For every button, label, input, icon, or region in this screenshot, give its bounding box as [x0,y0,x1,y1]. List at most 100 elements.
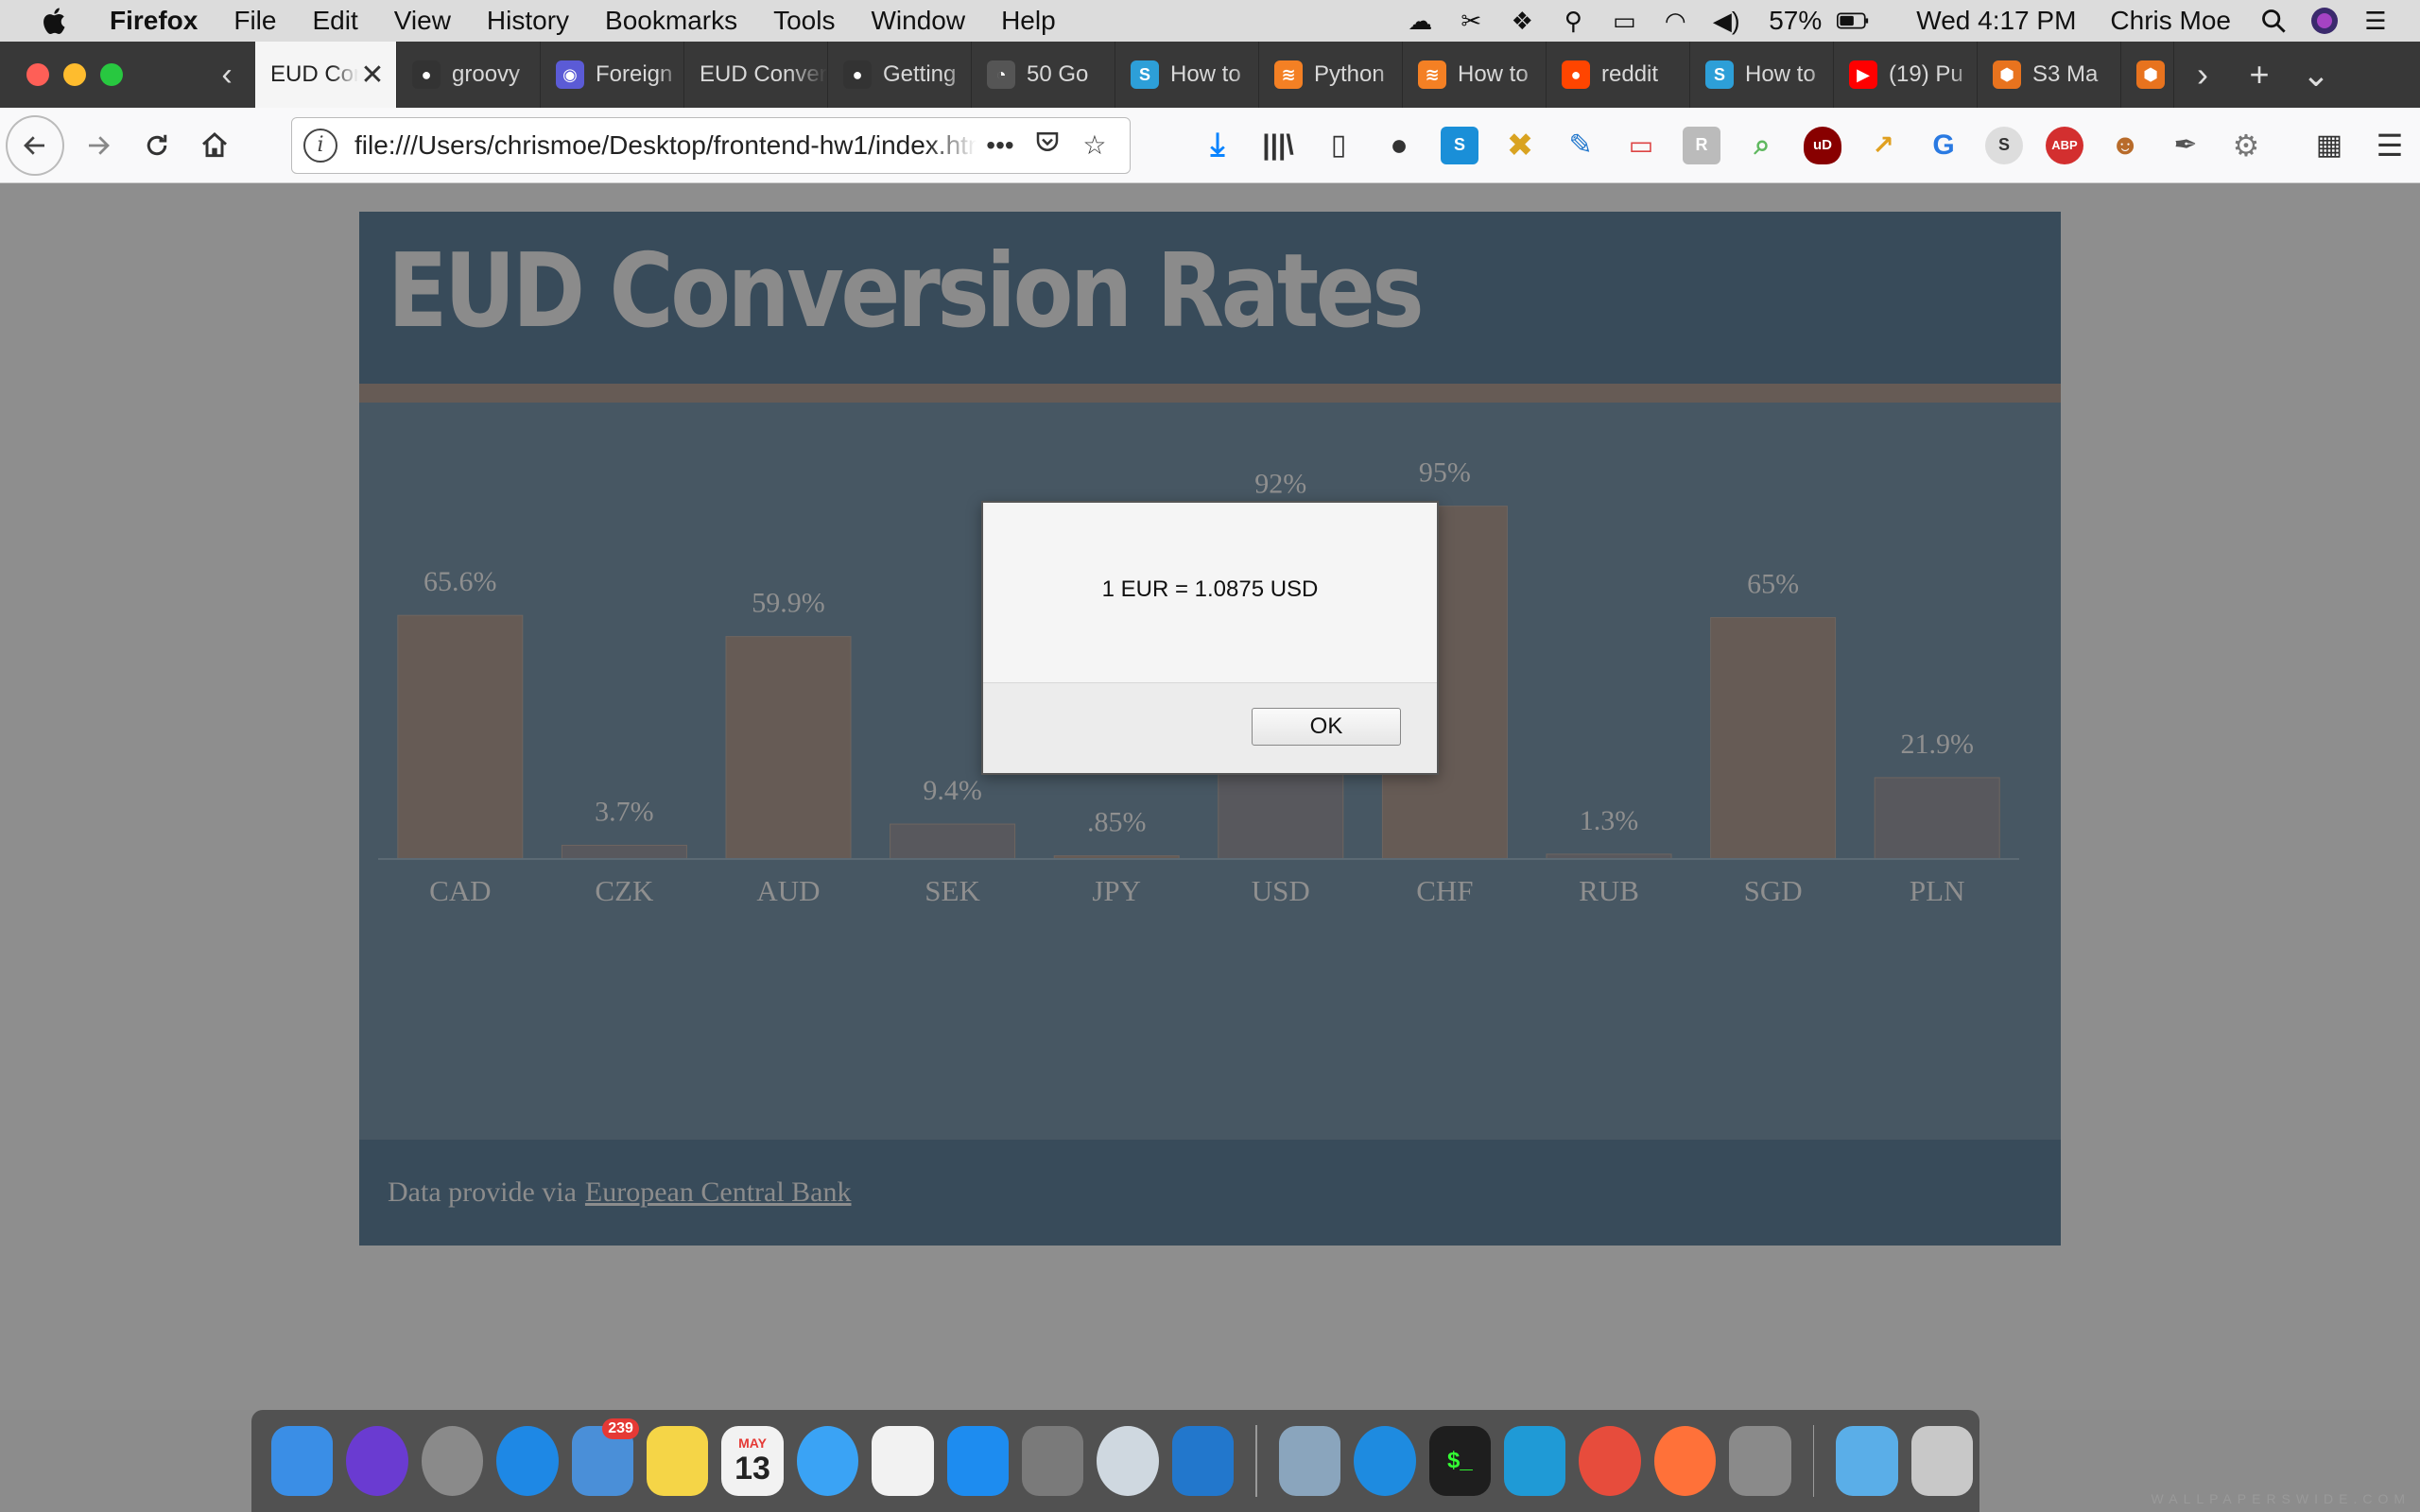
dock-preview-icon[interactable] [1278,1426,1341,1496]
dock-vscode-icon[interactable] [1171,1426,1235,1496]
s-gray-extension-icon[interactable]: S [1984,126,2023,164]
tab-2[interactable]: ◉ Foreign [541,42,684,108]
hamburger-menu-icon[interactable]: ☰ [2371,127,2409,164]
dock-chrome-icon[interactable] [1579,1426,1641,1496]
minimize-window-button[interactable] [63,63,86,86]
adblock-plus-icon[interactable]: ABP [2045,126,2083,164]
menu-help[interactable]: Help [1001,6,1056,36]
reload-button[interactable] [128,115,185,176]
tab-12[interactable]: ⬢ S3 Ma [1978,42,2121,108]
page-actions-icon[interactable]: ••• [977,130,1024,161]
dock-launchpad-icon[interactable] [421,1426,484,1496]
dock-firefox-icon[interactable] [1653,1426,1717,1496]
pocket-icon[interactable] [1024,128,1071,163]
siri-icon[interactable] [2308,7,2341,35]
tab-1[interactable]: ● groovy [397,42,541,108]
url-bar[interactable]: i file:///Users/chrismoe/Desktop/fronten… [290,116,1131,174]
dock-mirror-icon[interactable] [1354,1426,1416,1496]
menu-tools[interactable]: Tools [773,6,835,36]
grammarly-icon[interactable]: G [1925,127,1962,164]
back-button[interactable] [6,114,64,176]
close-window-button[interactable] [26,63,49,86]
user-name[interactable]: Chris Moe [2110,6,2231,36]
home-button[interactable] [186,115,244,176]
tab-5[interactable]: ◔ 50 Go [972,42,1115,108]
menu-bookmarks[interactable]: Bookmarks [605,6,737,36]
chart-extension-icon[interactable]: ↗ [1864,127,1902,164]
tab-7[interactable]: ≋ Python [1259,42,1403,108]
tab-13[interactable]: ⬢ [2121,42,2174,108]
tab-4[interactable]: ● Getting [828,42,972,108]
scroll-tabs-left-button[interactable]: ‹ [199,42,255,108]
forward-button[interactable] [70,115,128,176]
notification-center-icon[interactable]: ☰ [2360,7,2392,35]
volume-icon[interactable]: ◀) [1710,7,1742,35]
magnifier-extension-icon[interactable]: ⌕ [1743,127,1781,164]
zoom-window-button[interactable] [100,63,123,86]
ruler-extension-icon[interactable]: R [1682,126,1720,164]
menu-app-name[interactable]: Firefox [110,6,198,36]
bookmark-star-icon[interactable]: ☆ [1071,129,1118,161]
cards-extension-icon[interactable]: ▭ [1622,127,1660,164]
sidebar-icon[interactable]: ▯ [1320,127,1357,164]
tab-list-dropdown-icon[interactable]: ⌄ [2288,42,2344,108]
spotlight-search-icon[interactable] [2257,7,2290,35]
menu-edit[interactable]: Edit [312,6,357,36]
menu-file[interactable]: File [233,6,276,36]
dock-finder-icon[interactable] [271,1426,334,1496]
menu-view[interactable]: View [394,6,451,36]
dock-notes-icon[interactable] [646,1426,709,1496]
dock-terminal-icon[interactable]: $_ [1428,1426,1492,1496]
menu-window[interactable]: Window [871,6,965,36]
dock-app-store-icon[interactable] [946,1426,1009,1496]
battery-percent[interactable]: 57% [1769,6,1822,36]
creative-cloud-icon[interactable]: ☁ [1404,7,1436,35]
site-info-icon[interactable]: i [302,128,337,163]
tab-11[interactable]: ▶ (19) Pu [1834,42,1978,108]
dock-siri-icon[interactable] [346,1426,408,1496]
s-extension-icon[interactable]: S [1440,126,1478,164]
tab-10[interactable]: S How to [1690,42,1834,108]
downloads-icon[interactable]: ⤓ [1199,127,1236,164]
apple-icon[interactable] [38,4,72,38]
settings-extension-icon[interactable]: ⚙ [2227,127,2265,164]
dock-mail-icon[interactable]: 239 [571,1418,639,1496]
ecb-link[interactable]: European Central Bank [585,1177,852,1209]
dock-messages-icon[interactable] [796,1426,859,1496]
library-icon[interactable]: |||\ [1259,127,1297,164]
dock-calculator-icon[interactable] [1729,1426,1791,1496]
tab-3[interactable]: EUD Conversion Rates [684,42,828,108]
tab-0[interactable]: EUD Conversion Rates✕ [255,42,397,108]
dock-brackets-icon[interactable] [1504,1426,1566,1496]
pen-extension-icon[interactable]: ✎ [1562,127,1599,164]
dock-downloads-icon[interactable] [1836,1426,1898,1496]
tab-8[interactable]: ≋ How to [1403,42,1547,108]
wifi-icon[interactable]: ◠ [1659,7,1691,35]
dropbox-icon[interactable]: ❖ [1506,7,1538,35]
dock-system-preferences-icon[interactable] [1021,1426,1084,1496]
dock-calendar-icon[interactable]: MAY 13 [721,1426,784,1496]
tab-9[interactable]: ● reddit [1547,42,1690,108]
tab-6[interactable]: S How to [1115,42,1259,108]
account-icon[interactable]: ● [1380,127,1418,164]
new-tab-button[interactable]: + [2231,42,2288,108]
close-tab-icon[interactable]: ✕ [358,59,387,92]
pin-icon[interactable]: ⚲ [1557,7,1589,35]
ublock-icon[interactable]: uD [1803,126,1841,164]
airplay-icon[interactable]: ▭ [1608,7,1640,35]
url-text[interactable]: file:///Users/chrismoe/Desktop/frontend-… [354,130,977,161]
ok-button[interactable]: OK [1252,708,1401,746]
x-extension-icon[interactable]: ✖ [1501,127,1539,164]
scissors-icon[interactable]: ✂ [1455,7,1487,35]
clock[interactable]: Wed 4:17 PM [1916,6,2076,36]
battery-icon[interactable] [1837,7,1869,35]
dock-trash-icon[interactable] [1910,1426,1974,1496]
scroll-tabs-right-button[interactable]: › [2174,42,2231,108]
menu-history[interactable]: History [487,6,569,36]
dock-safari-icon[interactable] [496,1426,559,1496]
dock-music-icon[interactable] [872,1426,934,1496]
eyedropper-extension-icon[interactable]: ✒ [2167,127,2204,164]
gift-icon[interactable]: ▦ [2310,127,2348,164]
dock-quicktime-icon[interactable] [1097,1426,1159,1496]
monkey-extension-icon[interactable]: ☻ [2106,127,2144,164]
